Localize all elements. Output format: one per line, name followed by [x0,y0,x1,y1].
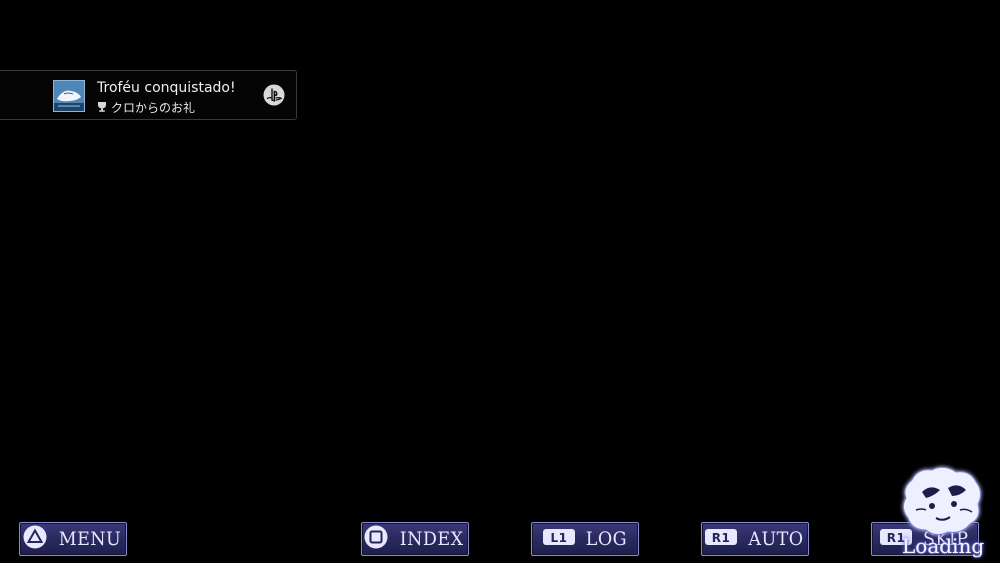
game-screen: Troféu conquistado! クロからのお礼 MENU INDEX L… [0,0,1000,563]
trophy-notification: Troféu conquistado! クロからのお礼 [0,70,297,120]
l1-button-icon: L1 [542,527,576,552]
trophy-cup-icon [97,101,107,115]
log-button[interactable]: L1 LOG [531,522,639,556]
svg-text:L1: L1 [550,531,567,545]
auto-label: AUTO [748,527,804,550]
triangle-button-icon [22,524,48,555]
trophy-subtitle: クロからのお礼 [97,99,195,116]
menu-button[interactable]: MENU [19,522,127,556]
log-label: LOG [585,527,627,550]
r1-button-icon: R1 [704,527,738,552]
loading-label: Loading [902,534,985,558]
index-button[interactable]: INDEX [361,522,469,556]
square-button-icon [363,524,389,555]
auto-button[interactable]: R1 AUTO [701,522,809,556]
index-label: INDEX [400,527,464,550]
trophy-name: クロからのお礼 [111,101,196,115]
playstation-logo-icon [263,84,285,110]
menu-label: MENU [58,527,122,550]
trophy-image [53,80,85,112]
trophy-title: Troféu conquistado! [97,80,236,96]
svg-text:R1: R1 [712,531,731,545]
